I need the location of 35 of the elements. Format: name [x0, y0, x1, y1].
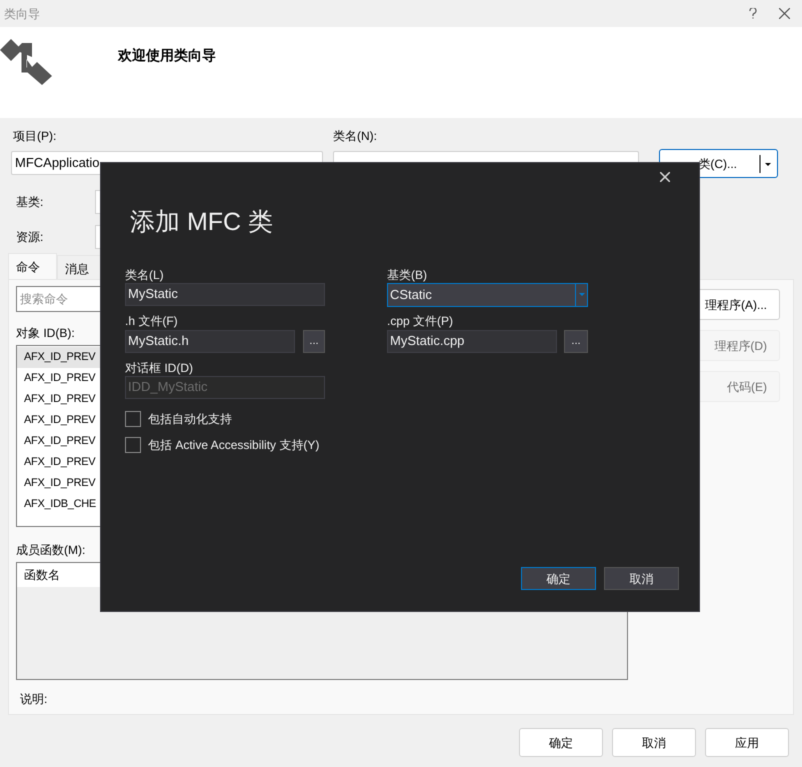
cpp-file-field[interactable]: MyStatic.cpp [387, 330, 557, 352]
checkbox[interactable] [125, 410, 141, 426]
member-functions-label: 成员函数(M): [16, 542, 86, 559]
base-class-label: 基类: [15, 194, 44, 211]
footer-button[interactable]: 确定 [519, 728, 603, 757]
footer-button[interactable]: 应用 [705, 728, 789, 757]
base-class-dropdown[interactable]: CStatic [387, 282, 588, 306]
dialog-title: 添加 MFC 类 [130, 207, 274, 238]
checkbox-label: 包括 Active Accessibility 支持(Y) [148, 436, 320, 454]
dialog-button[interactable]: 确定 [521, 567, 596, 590]
help-icon[interactable] [749, 8, 757, 19]
h-file-field[interactable]: MyStatic.h [125, 330, 295, 352]
checkbox-label: 包括自动化支持 [148, 410, 232, 428]
class-name-label: 类名(N): [333, 128, 378, 145]
close-icon[interactable] [779, 8, 790, 19]
class-name-field[interactable]: MyStatic [125, 282, 325, 306]
resource-label: 资源: [15, 229, 44, 246]
caret-icon[interactable] [759, 154, 771, 172]
dialog-button[interactable]: 取消 [604, 567, 679, 590]
cpp-file-label: .cpp 文件(P) [387, 312, 454, 328]
header-title: 欢迎使用类向导 [118, 46, 216, 65]
footer-button[interactable]: 取消 [612, 728, 696, 757]
h-file-label: .h 文件(F) [125, 312, 179, 328]
object-id-label: 对象 ID(B): [16, 325, 75, 342]
browse-button[interactable]: ... [303, 330, 325, 352]
tab[interactable]: 命令 [8, 253, 57, 279]
checkbox[interactable] [125, 436, 141, 452]
project-label: 项目(P): [13, 128, 58, 145]
base-class-label: 基类(B) [387, 266, 428, 282]
class-name-label: 类名(L) [125, 266, 165, 282]
caret-icon [578, 293, 584, 296]
description-label: 说明: [20, 691, 48, 708]
window-title: 类向导 [4, 6, 40, 22]
dialog-id-label: 对话框 ID(D) [125, 360, 194, 376]
browse-button[interactable]: ... [564, 330, 588, 352]
